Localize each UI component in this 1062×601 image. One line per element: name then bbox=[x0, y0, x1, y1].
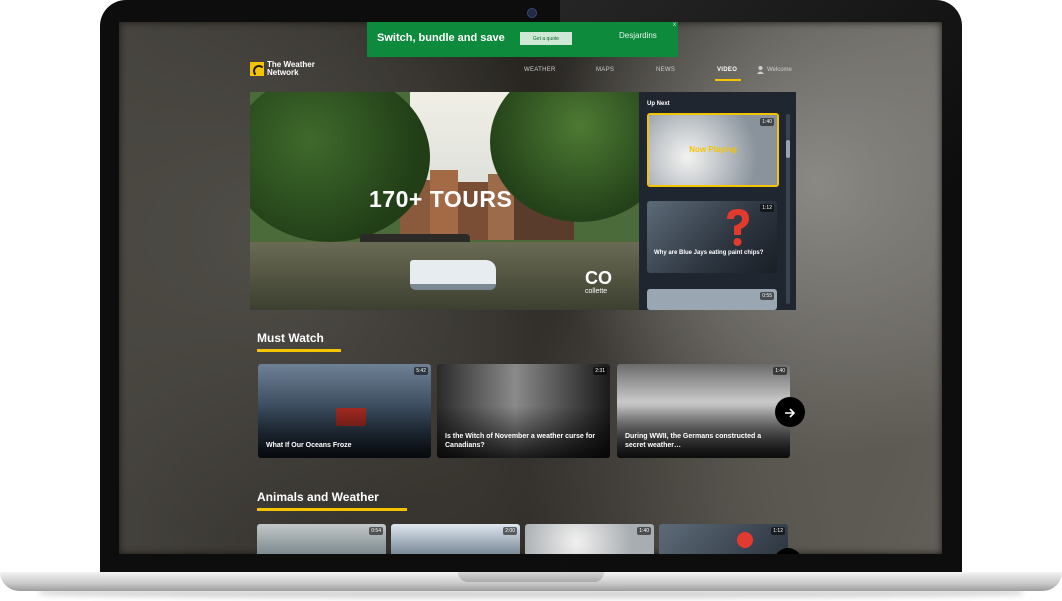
ad-banner[interactable]: Switch, bundle and save Get a quote Desj… bbox=[367, 22, 678, 57]
ad-close-icon[interactable]: x bbox=[673, 22, 676, 28]
thumbnail-snow bbox=[391, 524, 520, 554]
nav-maps[interactable]: MAPS bbox=[596, 67, 614, 73]
duration-badge: 1:40 bbox=[637, 527, 651, 535]
question-mark-icon bbox=[727, 209, 749, 246]
video-card[interactable]: 2:00 bbox=[391, 524, 520, 554]
video-card-title: During WWII, the Germans constructed a s… bbox=[625, 433, 762, 449]
duration-badge: 1:12 bbox=[771, 527, 785, 535]
site-logo-icon[interactable] bbox=[250, 62, 265, 77]
nav-news[interactable]: NEWS bbox=[656, 67, 675, 73]
must-watch-title: Must Watch bbox=[257, 331, 324, 345]
duration-badge: 0:54 bbox=[369, 527, 383, 535]
thumbnail-animal bbox=[257, 524, 386, 554]
user-icon[interactable] bbox=[757, 66, 764, 74]
question-mark-icon bbox=[737, 532, 753, 548]
caption-gradient bbox=[258, 406, 431, 458]
hero-boat bbox=[410, 260, 496, 290]
up-next-caption: Why are Blue Jays eating paint chips? bbox=[654, 250, 764, 256]
video-card[interactable]: 5:42 What If Our Oceans Froze bbox=[258, 364, 431, 458]
video-card[interactable]: 1:40 bbox=[525, 524, 654, 554]
site-logo-text[interactable]: The Weather Network bbox=[267, 61, 327, 77]
arrow-right-icon bbox=[785, 408, 796, 418]
now-playing-label: Now Playing bbox=[689, 145, 737, 154]
ad-quote-button[interactable]: Get a quote bbox=[520, 32, 572, 45]
welcome-link[interactable]: Welcome bbox=[767, 67, 792, 73]
laptop-notch bbox=[458, 572, 604, 582]
video-card-title: Is the Witch of November a weather curse… bbox=[445, 433, 596, 449]
duration-badge: 1:40 bbox=[773, 367, 787, 375]
up-next-title: Up Next bbox=[647, 101, 670, 107]
video-card[interactable]: 1:40 During WWII, the Germans constructe… bbox=[617, 364, 790, 458]
must-watch-underline bbox=[257, 349, 341, 352]
hero-bridge bbox=[360, 234, 470, 242]
up-next-item[interactable]: 0:55 bbox=[647, 289, 777, 310]
webcam bbox=[527, 8, 537, 18]
laptop-shadow bbox=[40, 590, 1022, 598]
duration-badge: 0:55 bbox=[760, 292, 774, 300]
up-next-scroll-thumb[interactable] bbox=[786, 140, 790, 158]
thumbnail-polar-bears bbox=[525, 524, 654, 554]
nav-video[interactable]: VIDEO bbox=[717, 67, 737, 73]
video-card[interactable]: 0:54 bbox=[257, 524, 386, 554]
video-card-title: What If Our Oceans Froze bbox=[266, 442, 352, 449]
duration-badge: 2:00 bbox=[503, 527, 517, 535]
video-card[interactable]: 2:31 Is the Witch of November a weather … bbox=[437, 364, 610, 458]
thumbnail-blue-jay bbox=[647, 201, 777, 273]
thumbnail-map bbox=[647, 289, 777, 310]
up-next-item[interactable]: 1:40 Now Playing bbox=[647, 113, 779, 187]
duration-badge: 1:12 bbox=[760, 204, 774, 212]
video-player[interactable]: 170+ TOURS CO collette bbox=[250, 92, 639, 310]
animals-weather-underline bbox=[257, 508, 407, 511]
duration-badge: 5:42 bbox=[414, 367, 428, 375]
duration-badge: 2:31 bbox=[593, 367, 607, 375]
advertiser-logo: CO bbox=[585, 268, 612, 288]
hero-overlay-text: 170+ TOURS bbox=[369, 186, 513, 212]
animals-weather-title: Animals and Weather bbox=[257, 490, 379, 504]
ad-headline: Switch, bundle and save bbox=[377, 32, 505, 44]
duration-badge: 1:40 bbox=[760, 118, 774, 126]
thumbnail-blue-jay bbox=[659, 524, 788, 554]
screen: Switch, bundle and save Get a quote Desj… bbox=[119, 22, 942, 554]
video-card[interactable]: 1:12 bbox=[659, 524, 788, 554]
carousel-next-button[interactable] bbox=[775, 397, 805, 427]
nav-weather[interactable]: WEATHER bbox=[524, 67, 556, 73]
up-next-panel: Up Next 1:40 Now Playing 1:12 Why are Bl… bbox=[639, 92, 796, 310]
up-next-item[interactable]: 1:12 Why are Blue Jays eating paint chip… bbox=[647, 201, 777, 273]
nav-active-underline bbox=[715, 79, 741, 81]
advertiser-name: collette bbox=[585, 288, 608, 295]
ad-sponsor-logo: Desjardins bbox=[619, 31, 657, 40]
